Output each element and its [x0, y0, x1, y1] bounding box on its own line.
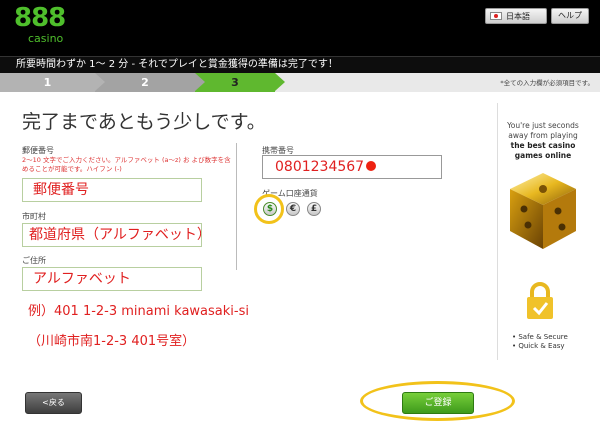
- promo-line-3: the best casino: [510, 141, 576, 150]
- register-button[interactable]: ご登録: [402, 392, 474, 414]
- progress-steps: 1 2 3 *全ての入力欄が必須項目です。: [0, 73, 600, 92]
- step-arrow: [95, 73, 105, 91]
- red-dot-marker: [366, 161, 377, 171]
- promo-line-4: games online: [514, 151, 572, 160]
- padlock-icon: [527, 282, 553, 319]
- currency-euro-option[interactable]: €: [286, 202, 300, 216]
- promo-line-2: away from playing: [508, 131, 578, 140]
- promo-bullet-quick: • Quick & Easy: [512, 342, 565, 350]
- postal-code-label: 郵便番号: [22, 146, 54, 155]
- step-arrow: [195, 73, 205, 91]
- info-banner: 所要時間わずか 1～ 2 分 - それでプレイと賞金獲得の準備は完了です！: [0, 56, 600, 73]
- postal-code-input[interactable]: 郵便番号: [22, 178, 202, 202]
- promo-bullets: • Safe & Secure • Quick & Easy: [512, 333, 568, 351]
- address-example-japanese: （川崎市南1-2-3 401号室）: [28, 334, 196, 349]
- step-1: 1: [0, 73, 95, 92]
- logo-casino-text: casino: [28, 32, 64, 45]
- postal-code-hint: 2～10 文字でご入力ください。アルファベット (a～z) お よび数字を含める…: [22, 156, 231, 173]
- address-label: ご住所: [22, 256, 46, 265]
- promo-sidebar[interactable]: You're just seconds away from playing th…: [497, 103, 587, 360]
- help-button[interactable]: ヘルプ: [551, 8, 589, 24]
- language-label: 日本語: [506, 11, 530, 21]
- city-input[interactable]: 都道府県（アルファベット）: [22, 223, 202, 247]
- 888-casino-logo[interactable]: 888 casino: [14, 4, 74, 50]
- gold-dice-icon: [510, 173, 576, 249]
- currency-label: ゲーム口座通貨: [262, 189, 318, 198]
- promo-text: You're just seconds away from playing th…: [498, 121, 588, 161]
- currency-dollar-option[interactable]: $: [263, 202, 277, 216]
- address-example: 例）401 1-2-3 minami kawasaki-si: [28, 304, 249, 319]
- page-title: 完了まであともう少しです。: [22, 111, 266, 133]
- logo-888-text: 888: [14, 3, 66, 33]
- back-button[interactable]: <戻る: [25, 392, 82, 414]
- step-2: 2: [95, 73, 195, 92]
- japan-flag-icon: [490, 12, 502, 20]
- top-bar: 888 casino 日本語 ヘルプ: [0, 0, 600, 56]
- step-3-active: 3: [195, 73, 275, 92]
- promo-line-1: You're just seconds: [507, 121, 579, 130]
- promo-bullet-safe: • Safe & Secure: [512, 333, 568, 341]
- address-input[interactable]: アルファベット: [22, 267, 202, 291]
- column-divider: [236, 143, 237, 270]
- step-arrow: [275, 73, 285, 91]
- phone-value: 0801234567: [275, 159, 365, 175]
- required-fields-note: *全ての入力欄が必須項目です。: [500, 79, 594, 87]
- city-label: 市町村: [22, 212, 46, 221]
- currency-pound-option[interactable]: £: [307, 202, 321, 216]
- phone-input[interactable]: 0801234567: [262, 155, 442, 179]
- language-button[interactable]: 日本語: [485, 8, 547, 24]
